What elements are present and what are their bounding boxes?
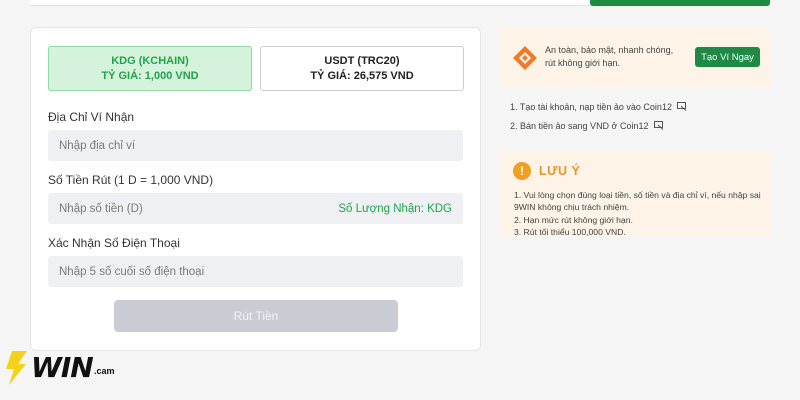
notice-item: 3. Rút tối thiểu 100,000 VND. [514,226,626,237]
promo-text: An toàn, bảo mật, nhanh chóng, rút không… [545,45,674,68]
wallet-promo-banner: An toàn, bảo mật, nhanh chóng, rút không… [500,27,770,88]
currency-option-usdt[interactable]: USDT (TRC20) TỶ GIÁ: 26,575 VND [260,46,464,91]
wallet-address-input[interactable]: Nhập địa chỉ ví [48,130,463,161]
currency-rate: TỶ GIÁ: 1,000 VND [101,70,199,82]
phone-confirm-input[interactable]: Nhập 5 số cuối số điện thoại [48,256,463,287]
brand-logo: WIN .cam [3,349,128,387]
currency-option-kdg[interactable]: KDG (KCHAIN) TỶ GIÁ: 1,000 VND [48,46,252,91]
brand-suffix: .cam [94,366,115,376]
withdraw-button[interactable]: Rút Tiền [114,300,398,332]
step-text: 2. Bán tiền ảo sang VND ở Coin12 [510,120,649,131]
withdraw-form-card: KDG (KCHAIN) TỶ GIÁ: 1,000 VND USDT (TRC… [30,27,481,351]
wallet-address-label: Địa Chỉ Ví Nhận [48,110,135,124]
notice-item: 1. Vui lòng chọn đúng loại tiền, số tiền… [514,190,761,213]
amount-input[interactable]: Nhập số tiền (D) Số Lượng Nhận: KDG [48,193,463,224]
external-link-icon[interactable] [653,121,664,130]
step-item: 1. Tạo tài khoản, nạp tiền ảo vào Coin12 [510,97,687,116]
amount-placeholder: Nhập số tiền (D) [59,202,143,215]
create-wallet-button[interactable]: Tạo Ví Ngay [695,47,760,67]
brand-name: WIN [31,351,94,384]
notice-box: ! LƯU Ý 1. Vui lòng chọn đúng loại tiền,… [500,150,770,238]
phone-confirm-label: Xác Nhận Số Điện Thoại [48,236,180,250]
phone-confirm-placeholder: Nhập 5 số cuối số điện thoại [59,265,205,278]
notice-item: 2. Hạn mức rút không giới hạn. [514,214,633,225]
currency-rate: TỶ GIÁ: 26,575 VND [310,70,414,82]
amount-label: Số Tiền Rút (1 D = 1,000 VND) [48,173,214,187]
step-text: 1. Tạo tài khoản, nạp tiền ảo vào Coin12 [510,101,672,112]
notice-title: LƯU Ý [539,164,581,178]
external-link-icon[interactable] [676,102,687,111]
coin12-steps: 1. Tạo tài khoản, nạp tiền ảo vào Coin12… [510,97,687,135]
wallet-address-placeholder: Nhập địa chỉ ví [59,139,136,152]
warning-icon: ! [513,162,531,180]
lightning-icon [6,351,27,385]
top-action-button[interactable] [590,0,770,6]
top-bar [30,0,770,6]
currency-name: KDG (KCHAIN) [111,55,189,67]
coin12-logo-icon [513,46,537,70]
notice-list: 1. Vui lòng chọn đúng loại tiền, số tiền… [514,189,764,238]
currency-name: USDT (TRC20) [324,55,400,67]
receive-amount-hint: Số Lượng Nhận: KDG [338,202,452,215]
step-item: 2. Bán tiền ảo sang VND ở Coin12 [510,116,687,135]
notice-header: ! LƯU Ý [513,162,580,180]
